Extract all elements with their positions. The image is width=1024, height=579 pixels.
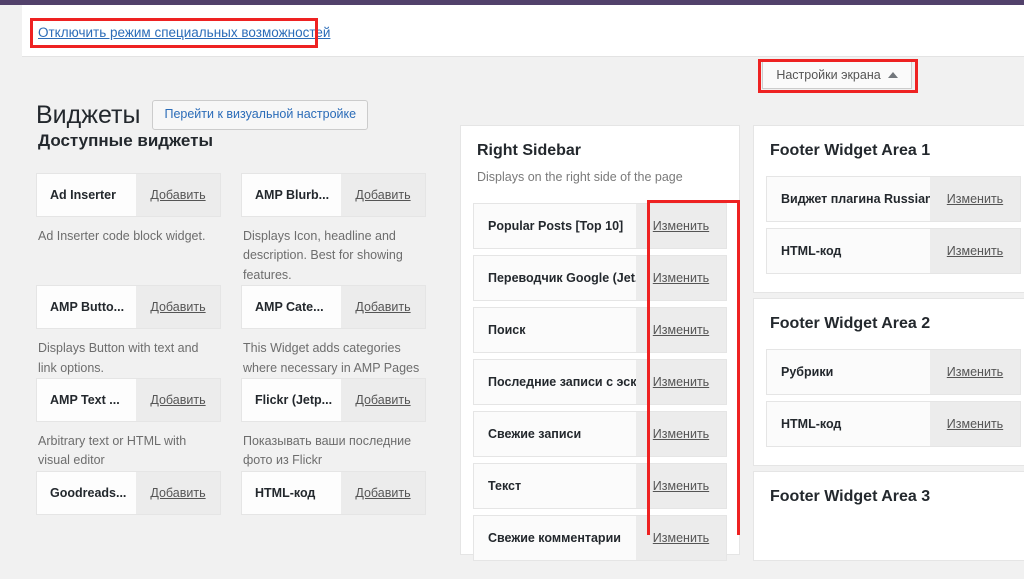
panel-widget-list: Рубрики Изменить HTML-код Изменить (754, 333, 1024, 465)
assigned-widget-name: Поиск (474, 307, 636, 352)
add-widget-link[interactable]: Добавить (136, 471, 220, 514)
admin-menu-strip (0, 5, 22, 530)
available-widget-description: This Widget adds categories where necess… (243, 341, 420, 375)
add-widget-link[interactable]: Добавить (341, 378, 425, 421)
available-widget-card[interactable]: Ad Inserter Добавить (36, 173, 221, 217)
sidebar-panel-footer-1: Footer Widget Area 1 Виджет плагина Russ… (753, 125, 1024, 293)
assigned-widget-name: Popular Posts [Top 10] (474, 203, 636, 248)
available-widget-cell: AMP Text ... Добавить Arbitrary text or HT… (36, 377, 221, 471)
available-widget-description: Показывать ваши последние фото из Flickr (243, 433, 412, 468)
assigned-widget-row[interactable]: Рубрики Изменить (766, 349, 1021, 395)
edit-widget-link[interactable]: Изменить (930, 350, 1020, 394)
content-wrap: Отключить режим специальных возможностей… (22, 5, 1024, 561)
add-widget-link[interactable]: Добавить (136, 378, 220, 421)
assigned-widget-row[interactable]: Виджет плагина Russian... Изменить (766, 176, 1021, 222)
available-widget-description: Arbitrary text or HTML with visual edito… (38, 433, 187, 468)
add-widget-link[interactable]: Добавить (341, 174, 425, 216)
edit-widget-link[interactable]: Изменить (636, 307, 726, 352)
assigned-widget-row[interactable]: Текст Изменить (473, 462, 727, 509)
available-widget-cell: Ad Inserter Добавить Ad Inserter code bloc… (36, 173, 221, 285)
available-widget-card[interactable]: AMP Butto... Добавить (36, 285, 221, 330)
available-widget-name: Goodreads... (37, 471, 136, 514)
notice-highlight-box (30, 18, 318, 48)
available-widget-name: AMP Blurb... (242, 174, 341, 216)
available-widget-description: Displays Icon, headline and description.… (243, 229, 403, 282)
assigned-widget-row[interactable]: Свежие записи Изменить (473, 410, 727, 457)
available-widget-name: AMP Cate... (242, 286, 341, 329)
edit-widget-link[interactable]: Изменить (636, 255, 726, 300)
available-widget-cell: AMP Butto... Добавить Displays Button with… (36, 285, 221, 378)
edit-widget-link[interactable]: Изменить (636, 359, 726, 404)
available-widgets-grid: Ad Inserter Добавить Ad Inserter code bloc… (36, 173, 434, 545)
add-widget-link[interactable]: Добавить (136, 286, 220, 329)
screen-options-highlight-box (758, 59, 918, 93)
assigned-widget-row[interactable]: Свежие комментарии Изменить (473, 514, 727, 561)
assigned-widget-row[interactable]: HTML-код Изменить (766, 228, 1021, 274)
assigned-widget-name: Последние записи с эск... (474, 359, 636, 404)
assigned-widget-name: HTML-код (767, 402, 930, 446)
go-to-customizer-button[interactable]: Перейти к визуальной настройке (152, 99, 369, 130)
panel-title: Footer Widget Area 2 (770, 315, 931, 332)
sidebar-panel-footer-2: Footer Widget Area 2 Рубрики Изменить HTML… (753, 298, 1024, 466)
available-widget-cell: Goodreads... Добавить (36, 470, 221, 545)
assigned-widget-name: Текст (474, 463, 636, 508)
add-widget-link[interactable]: Добавить (341, 471, 425, 514)
available-widget-cell: HTML-код Добавить (241, 470, 426, 545)
available-widget-description: Ad Inserter code block widget. (38, 229, 206, 243)
assigned-widget-name: Виджет плагина Russian... (767, 177, 930, 221)
available-widget-card[interactable]: HTML-код Добавить (241, 470, 426, 515)
edit-widget-link[interactable]: Изменить (930, 229, 1020, 273)
assigned-widget-name: Рубрики (767, 350, 930, 394)
add-widget-link[interactable]: Добавить (341, 286, 425, 329)
assigned-widget-name: Свежие записи (474, 411, 636, 456)
edit-widget-link[interactable]: Изменить (636, 515, 726, 560)
assigned-widget-row[interactable]: Popular Posts [Top 10] Изменить (473, 202, 727, 249)
sidebar-panel-footer-3: Footer Widget Area 3 (753, 471, 1024, 561)
assigned-widget-name: Переводчик Google (Jet... (474, 255, 636, 300)
available-widget-name: Ad Inserter (37, 174, 136, 216)
available-widget-description: Displays Button with text and link optio… (38, 341, 199, 375)
available-widget-cell: AMP Blurb... Добавить Displays Icon, headl… (241, 173, 426, 285)
assigned-widget-name: HTML-код (767, 229, 930, 273)
panel-title: Right Sidebar (477, 142, 582, 159)
available-widget-card[interactable]: AMP Text ... Добавить (36, 377, 221, 422)
available-widget-name: HTML-код (242, 471, 341, 514)
available-widget-cell: Flickr (Jetp... Добавить Показывать ваши п… (241, 377, 426, 471)
assigned-widget-row[interactable]: Переводчик Google (Jet... Изменить (473, 254, 727, 301)
edit-widget-link[interactable]: Изменить (636, 203, 726, 248)
panel-title: Footer Widget Area 3 (770, 488, 931, 505)
assigned-widget-row[interactable]: Последние записи с эск... Изменить (473, 358, 727, 405)
available-widget-name: AMP Text ... (37, 378, 136, 421)
edit-widget-link[interactable]: Изменить (930, 177, 1020, 221)
available-widgets-section: Доступные виджеты Ad Inserter Добавить Ad … (36, 131, 434, 545)
available-widget-cell: AMP Cate... Добавить This Widget adds cate… (241, 285, 426, 378)
available-widget-card[interactable]: Goodreads... Добавить (36, 470, 221, 515)
available-widget-card[interactable]: AMP Cate... Добавить (241, 285, 426, 330)
assigned-widget-name: Свежие комментарии (474, 515, 636, 560)
panel-widget-list: Виджет плагина Russian... Изменить HTML-ко… (754, 160, 1024, 292)
assigned-widget-row[interactable]: HTML-код Изменить (766, 401, 1021, 447)
available-widget-name: Flickr (Jetp... (242, 378, 341, 421)
edit-widget-link[interactable]: Изменить (636, 411, 726, 456)
available-widget-card[interactable]: AMP Blurb... Добавить (241, 173, 426, 217)
accessibility-notice: Отключить режим специальных возможностей (22, 5, 1024, 57)
available-widget-card[interactable]: Flickr (Jetp... Добавить (241, 377, 426, 422)
panel-widget-list: Popular Posts [Top 10] Изменить Переводчик… (461, 187, 739, 579)
add-widget-link[interactable]: Добавить (136, 174, 220, 216)
panel-description: Displays on the right side of the page (477, 170, 683, 184)
edit-widget-link[interactable]: Изменить (930, 402, 1020, 446)
available-widget-name: AMP Butto... (37, 286, 136, 329)
panel-title: Footer Widget Area 1 (770, 142, 931, 159)
assigned-widget-row[interactable]: Поиск Изменить (473, 306, 727, 353)
sidebar-panel-right-sidebar: Right Sidebar Displays on the right side… (460, 125, 740, 561)
available-widgets-heading: Доступные виджеты (38, 131, 213, 150)
edit-widget-link[interactable]: Изменить (636, 463, 726, 508)
page-title: Виджеты (36, 100, 141, 129)
